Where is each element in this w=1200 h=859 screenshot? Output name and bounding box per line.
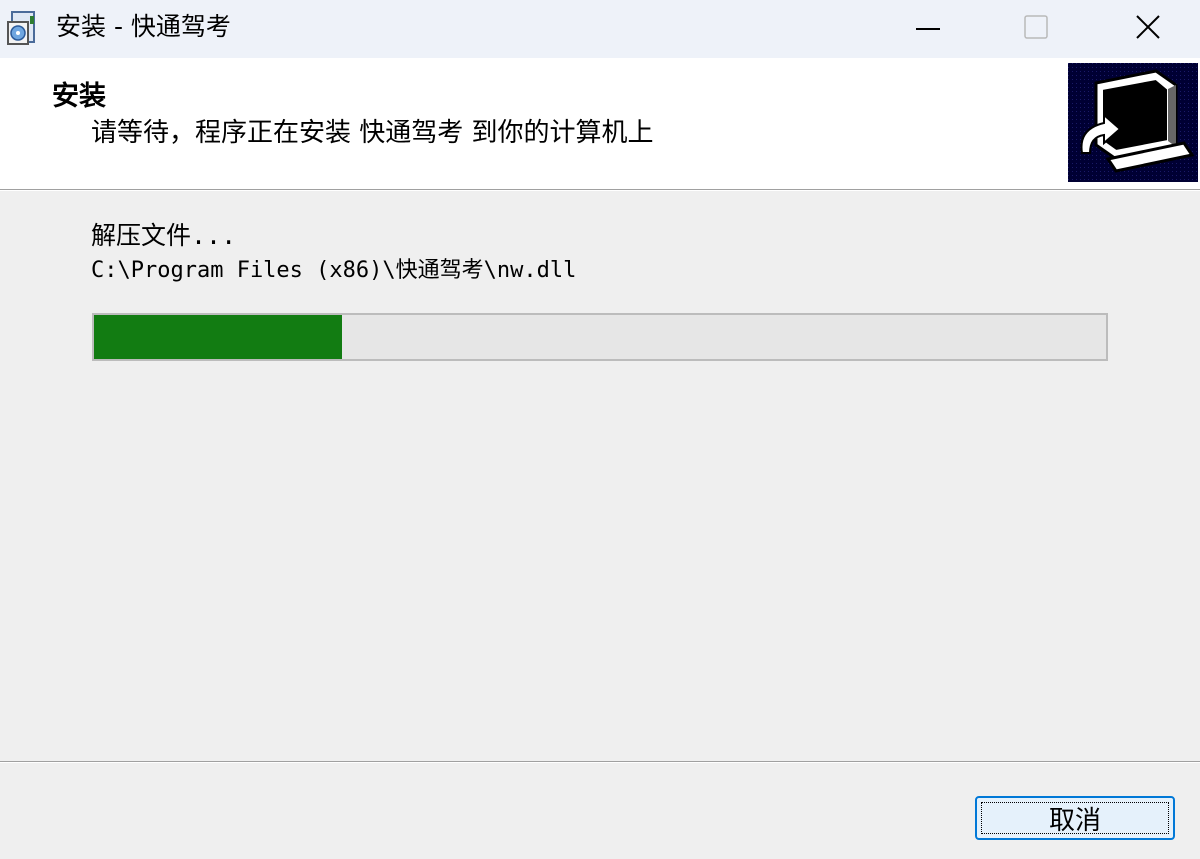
cancel-button[interactable]: 取消 (975, 796, 1175, 840)
close-button[interactable] (1120, 0, 1176, 54)
close-icon (1136, 15, 1160, 39)
minimize-icon (916, 28, 940, 30)
current-file-path: C:\Program Files (x86)\快通驾考\nw.dll (91, 258, 577, 283)
minimize-button[interactable] (900, 0, 956, 54)
computer-install-icon (1068, 63, 1198, 182)
page-title: 安装 (52, 81, 106, 112)
status-label: 解压文件... (91, 221, 237, 250)
maximize-button[interactable] (1008, 0, 1064, 54)
installer-icon (4, 8, 44, 48)
focus-ring (981, 802, 1169, 834)
page-subtitle: 请等待，程序正在安装 快通驾考 到你的计算机上 (91, 118, 654, 148)
maximize-icon (1024, 15, 1048, 39)
wizard-header: 安装 请等待，程序正在安装 快通驾考 到你的计算机上 (0, 58, 1200, 189)
header-divider-highlight (0, 190, 1200, 191)
title-bar[interactable]: 安装 - 快通驾考 (0, 0, 1200, 58)
progress-bar (92, 313, 1108, 361)
window-title: 安装 - 快通驾考 (56, 12, 231, 41)
footer-divider-highlight (0, 762, 1200, 763)
progress-fill (94, 315, 342, 359)
